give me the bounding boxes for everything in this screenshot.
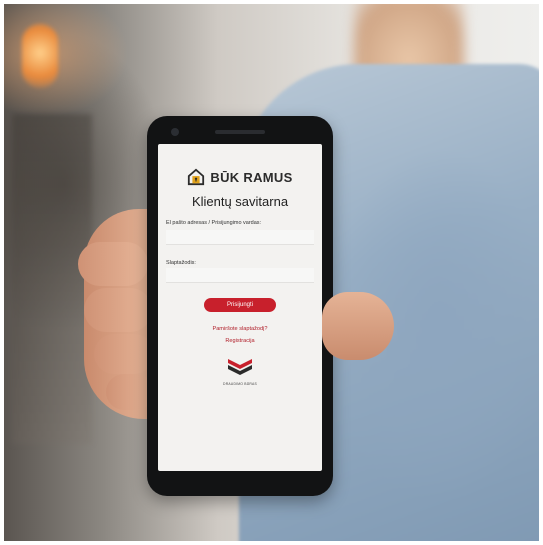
phone-screen: BŪK RAMUS Klientų savitarna El pašto adr… <box>158 144 322 471</box>
smartphone: BŪK RAMUS Klientų savitarna El pašto adr… <box>147 116 333 496</box>
brand-header: BŪK RAMUS <box>158 168 322 186</box>
finger <box>94 334 154 374</box>
register-link[interactable]: Registracija <box>158 338 322 344</box>
email-label: El pašto adresas / Prisijungimo vardas: <box>166 220 262 226</box>
chevron-stack-logo-icon <box>228 359 252 375</box>
camera-icon <box>171 128 179 136</box>
email-field[interactable] <box>166 230 314 245</box>
login-button[interactable]: Prisijungti <box>204 298 276 312</box>
blurred-lamp <box>22 24 58 88</box>
page-title: Klientų savitarna <box>191 194 289 209</box>
finger <box>84 288 152 332</box>
house-icon <box>188 168 205 186</box>
org-name: DRAUDIMO BŪRAS <box>223 382 257 386</box>
password-label: Slaptažodis: <box>166 260 196 266</box>
password-field[interactable] <box>166 268 314 283</box>
brand-name: BŪK RAMUS <box>210 169 293 185</box>
blurred-shelf <box>12 114 92 444</box>
right-thumb <box>322 292 394 360</box>
forgot-password-link[interactable]: Pamiršote slaptažodį? <box>158 326 322 332</box>
finger <box>78 242 148 286</box>
speaker-grille <box>215 130 265 134</box>
background-photo: BŪK RAMUS Klientų savitarna El pašto adr… <box>4 4 539 541</box>
